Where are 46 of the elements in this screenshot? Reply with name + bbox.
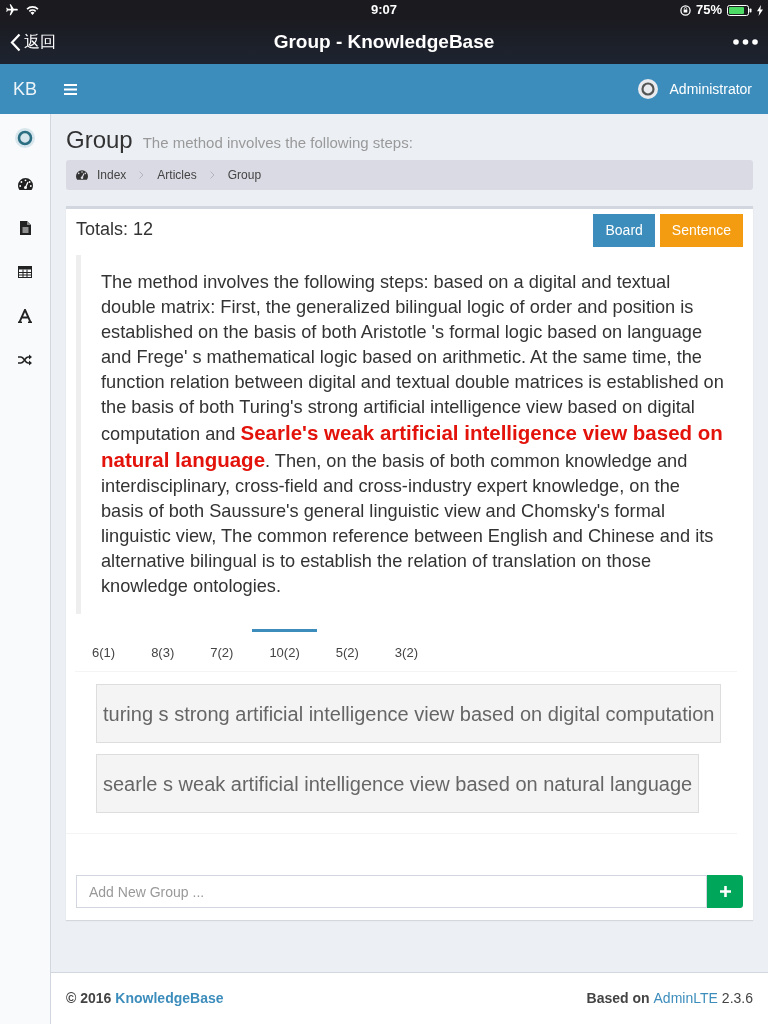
totals-label: Totals: 12 xyxy=(76,218,154,241)
tab[interactable]: 7(2) xyxy=(193,629,251,671)
quote-text: The method involves the following steps: based on a digital and textual double matrix: First, the generalized bilingual logic of order and position is established on the basis of both Aristotle 's formal logic based on language and Frege' s mathematical logic based on arithmetic. At the same time, the function relation between digital and textual double matrices is established on the basis of both Turing's strong artificial intelligence view based on digital computation and Searle's weak artificial intelligence view based on natural language. Then, on the basis of both common knowledge and interdisciplinary, cross-field and cross-industry expert knowledge, on the basis of both Saussure's general linguistic view and Chomsky's formal linguistic view, The common reference between English and Chinese and its alternative bilingual is to establish the relation of translation on those knowledge ontologies. xyxy=(101,271,725,598)
rotation-lock-icon xyxy=(679,4,691,16)
copyright-text: © 2016 xyxy=(66,989,112,1008)
dashboard-icon xyxy=(76,170,88,180)
back-button[interactable]: 返回 xyxy=(10,30,56,54)
separator-icon xyxy=(209,171,215,179)
document-icon[interactable] xyxy=(19,221,31,235)
tab[interactable]: 8(3) xyxy=(134,629,192,671)
breadcrumb-link[interactable]: Articles xyxy=(157,166,197,184)
tab[interactable]: 3(2) xyxy=(377,629,435,671)
battery-percent: 75% xyxy=(695,1,722,20)
breadcrumb-link[interactable]: Group xyxy=(227,166,262,184)
action-button[interactable]: Board xyxy=(593,214,655,247)
group-item: turing s strong artificial intelligence view based on digital computation xyxy=(96,684,722,743)
chevron-left-icon xyxy=(10,32,21,52)
plus-icon xyxy=(719,886,731,897)
ring-icon xyxy=(15,128,35,148)
section-subtitle: The method involves the following steps: xyxy=(142,133,413,153)
wifi-icon xyxy=(26,5,39,15)
user-avatar-icon[interactable] xyxy=(637,79,658,99)
font-icon[interactable] xyxy=(18,309,32,323)
status-time: 9:07 xyxy=(371,1,397,20)
add-button[interactable] xyxy=(707,875,743,908)
breadcrumb-link[interactable]: Index xyxy=(76,166,127,184)
based-on-text: Based on xyxy=(586,989,650,1008)
dashboard-icon[interactable] xyxy=(17,178,33,190)
page-title: Group - KnowledgeBase xyxy=(273,29,495,54)
tab[interactable]: 5(2) xyxy=(318,629,376,671)
charging-bolt-icon xyxy=(757,4,763,16)
airplane-icon xyxy=(5,3,19,17)
version-text: 2.3.6 xyxy=(721,989,753,1008)
menu-icon[interactable] xyxy=(64,83,77,95)
shuffle-icon[interactable] xyxy=(18,354,32,366)
group-item: searle s weak artificial intelligence view based on natural language xyxy=(96,754,700,813)
battery-icon xyxy=(727,4,752,16)
user-name[interactable]: Administrator xyxy=(669,78,752,100)
table-icon[interactable] xyxy=(18,266,32,278)
new-group-input[interactable]: Add New Group ... xyxy=(76,875,707,908)
brand-link[interactable]: KnowledgeBase xyxy=(115,988,224,1009)
tab[interactable]: 6(1) xyxy=(75,629,133,671)
separator-icon xyxy=(139,171,145,179)
section-title: Group xyxy=(66,126,133,154)
framework-link[interactable]: AdminLTE xyxy=(653,988,718,1009)
more-icon[interactable] xyxy=(733,39,758,45)
